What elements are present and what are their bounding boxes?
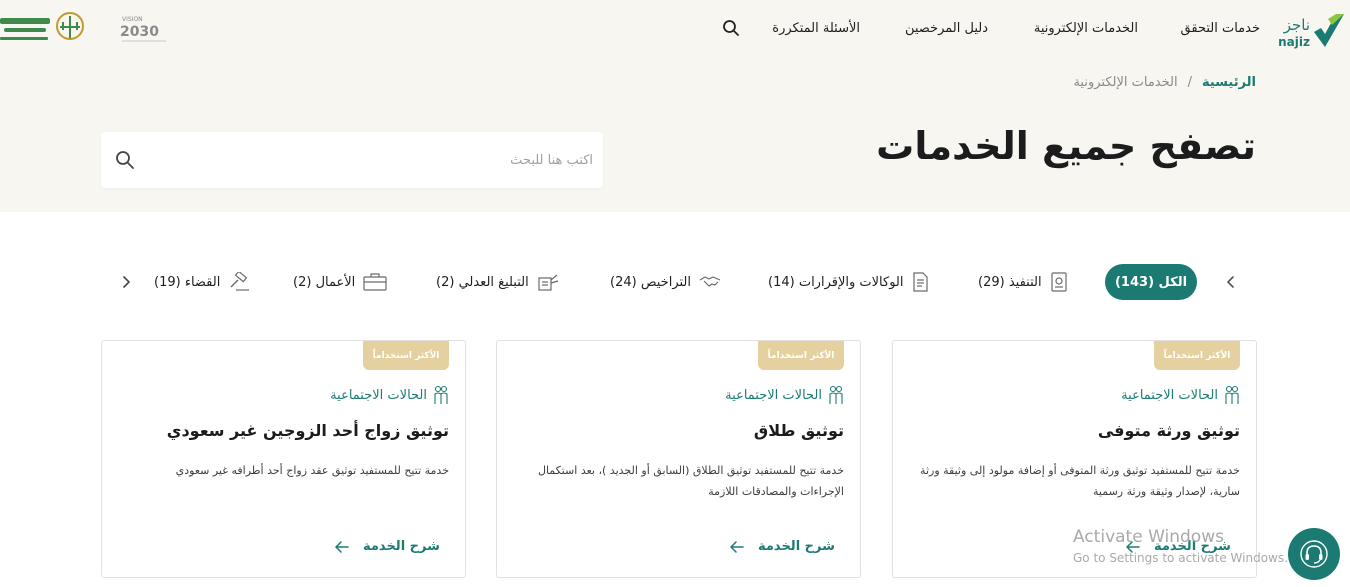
tab-label: الكل (143) xyxy=(1114,274,1188,290)
chevron-left-icon[interactable] xyxy=(118,274,134,290)
tab-label: التراخيص (24) xyxy=(610,274,691,290)
category-tabs: الكل (143) التنفيذ (29) الوكالات والإقرا… xyxy=(0,262,1350,302)
vision-2030-logo: VISION 2030 xyxy=(120,16,166,42)
most-used-badge: الأكثر استخداماً xyxy=(1154,341,1240,370)
search-input[interactable] xyxy=(163,146,593,174)
vision-year: 2030 xyxy=(120,24,159,40)
tab-agencies-declarations[interactable]: الوكالات والإقرارات (14) xyxy=(768,266,929,298)
card-category: الحالات الاجتماعية xyxy=(725,385,844,405)
watermark-subtitle: Go to Settings to activate Windows. xyxy=(1073,551,1288,565)
service-card[interactable]: الأكثر استخداماً الحالات الاجتماعية توثي… xyxy=(496,340,861,578)
service-explanation-link[interactable]: شرح الخدمة xyxy=(335,539,440,554)
vision-label: VISION xyxy=(122,16,143,23)
chevron-right-icon[interactable] xyxy=(1223,274,1239,290)
headset-icon xyxy=(1300,540,1328,568)
tab-all[interactable]: الكل (143) xyxy=(1105,264,1197,300)
document-icon xyxy=(913,272,929,292)
nav-verification-services[interactable]: خدمات التحقق xyxy=(1181,21,1260,36)
breadcrumb: الرئيسية / الخدمات الإلكترونية xyxy=(1073,75,1256,90)
card-category-label: الحالات الاجتماعية xyxy=(330,387,427,403)
arrow-left-icon xyxy=(730,540,744,553)
ministry-of-justice-logo xyxy=(0,12,84,40)
service-search xyxy=(101,132,603,188)
najiz-logo-ar: ناجز xyxy=(1283,16,1310,34)
page-title: تصفح جميع الخدمات xyxy=(876,124,1256,168)
card-category: الحالات الاجتماعية xyxy=(1121,385,1240,405)
card-title: توثيق طلاق xyxy=(753,421,844,440)
gavel-icon xyxy=(230,272,250,291)
top-nav: ناجز najiz خدمات التحقق الخدمات الإلكترو… xyxy=(0,0,1350,58)
najiz-logo[interactable]: ناجز najiz xyxy=(1270,6,1350,54)
search-icon[interactable] xyxy=(722,19,740,37)
execution-icon xyxy=(1050,272,1067,292)
card-category: الحالات الاجتماعية xyxy=(330,385,449,405)
card-title: توثيق ورثة متوفى xyxy=(1097,421,1240,440)
tab-licenses[interactable]: التراخيص (24) xyxy=(610,266,721,298)
tab-execution[interactable]: التنفيذ (29) xyxy=(978,266,1068,298)
breadcrumb-home[interactable]: الرئيسية xyxy=(1202,75,1256,90)
nav-faq[interactable]: الأسئلة المتكررة xyxy=(772,21,860,36)
najiz-logo-en: najiz xyxy=(1278,35,1310,49)
most-used-badge: الأكثر استخداماً xyxy=(363,341,449,370)
activate-windows-watermark: Activate Windows Go to Settings to activ… xyxy=(1073,527,1288,565)
breadcrumb-current: الخدمات الإلكترونية xyxy=(1073,75,1178,90)
nav-electronic-services[interactable]: الخدمات الإلكترونية xyxy=(1034,21,1138,36)
card-category-label: الحالات الاجتماعية xyxy=(725,387,822,403)
tab-judiciary[interactable]: القضاء (19) xyxy=(154,266,250,298)
support-chat-button[interactable] xyxy=(1288,528,1340,580)
service-card[interactable]: الأكثر استخداماً الحالات الاجتماعية توثي… xyxy=(101,340,466,578)
tab-judicial-notification[interactable]: التبليغ العدلي (2) xyxy=(436,266,559,298)
search-icon[interactable] xyxy=(115,150,135,170)
tab-label: التنفيذ (29) xyxy=(978,274,1042,290)
tab-label: القضاء (19) xyxy=(154,274,221,290)
most-used-badge: الأكثر استخداماً xyxy=(758,341,844,370)
card-category-label: الحالات الاجتماعية xyxy=(1121,387,1218,403)
people-icon xyxy=(829,385,843,404)
card-description: خدمة تتيح للمستفيد توثيق ورثة المتوفى أو… xyxy=(920,464,1240,498)
tab-business[interactable]: الأعمال (2) xyxy=(293,266,387,298)
handshake-icon xyxy=(699,276,721,287)
tab-label: الوكالات والإقرارات (14) xyxy=(768,274,904,290)
briefcase-icon xyxy=(363,273,387,291)
people-icon xyxy=(434,385,448,404)
breadcrumb-separator: / xyxy=(1187,75,1192,90)
notification-icon xyxy=(538,274,558,291)
people-icon xyxy=(1225,385,1239,404)
link-label: شرح الخدمة xyxy=(363,539,440,554)
tab-label: الأعمال (2) xyxy=(293,274,356,290)
watermark-title: Activate Windows xyxy=(1073,527,1224,547)
card-description: خدمة تتيح للمستفيد توثيق عقد زواج أحد أط… xyxy=(175,464,449,477)
card-description: خدمة تتيح للمستفيد توثيق الطلاق (السابق … xyxy=(537,464,844,498)
link-label: شرح الخدمة xyxy=(758,539,835,554)
service-explanation-link[interactable]: شرح الخدمة xyxy=(730,539,835,554)
card-title: توثيق زواج أحد الزوجين غير سعودي xyxy=(166,421,449,440)
arrow-left-icon xyxy=(335,540,349,553)
tab-label: التبليغ العدلي (2) xyxy=(436,274,529,290)
nav-licensees-guide[interactable]: دليل المرخصين xyxy=(905,21,988,36)
